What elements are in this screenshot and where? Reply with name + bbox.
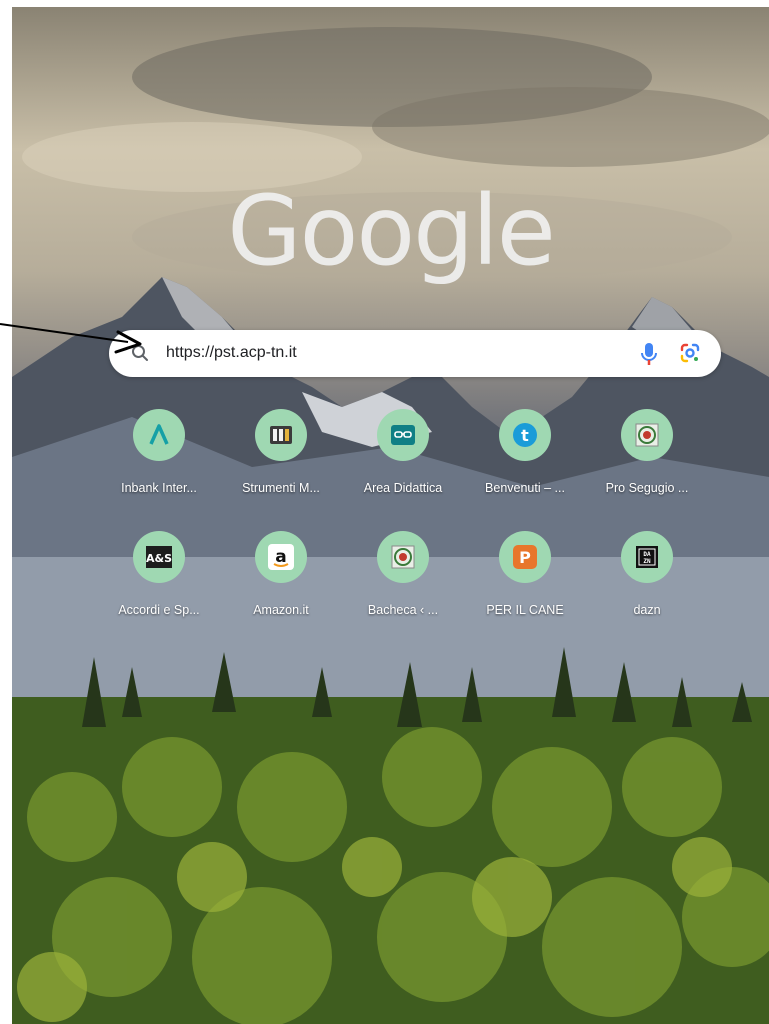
shortcut-inbank[interactable]: Inbank Inter... bbox=[99, 409, 219, 509]
inbank-icon bbox=[133, 409, 185, 461]
shortcut-label: Amazon.it bbox=[253, 603, 309, 617]
shortcut-label: PER IL CANE bbox=[486, 603, 564, 617]
shortcut-dazn[interactable]: DA ZN dazn bbox=[587, 531, 707, 631]
svg-text:A&S: A&S bbox=[146, 552, 172, 565]
svg-text:ZN: ZN bbox=[643, 558, 651, 565]
svg-text:DA: DA bbox=[643, 551, 651, 558]
new-tab-background: Google https://pst.acp-tn.it bbox=[12, 7, 769, 1024]
shortcut-area-didattica[interactable]: Area Didattica bbox=[343, 409, 463, 509]
emblem-icon bbox=[621, 409, 673, 461]
svg-text:P: P bbox=[519, 548, 531, 567]
shortcut-benvenuti[interactable]: t Benvenuti – ... bbox=[465, 409, 585, 509]
svg-text:t: t bbox=[521, 426, 529, 445]
t-logo-icon: t bbox=[499, 409, 551, 461]
annotation-arrow bbox=[0, 323, 142, 354]
shortcut-pro-segugio[interactable]: Pro Segugio ... bbox=[587, 409, 707, 509]
per-il-cane-icon: P bbox=[499, 531, 551, 583]
forest-image bbox=[12, 647, 769, 1024]
dazn-icon: DA ZN bbox=[621, 531, 673, 583]
microphone-icon[interactable] bbox=[639, 341, 659, 367]
shortcut-label: Pro Segugio ... bbox=[605, 481, 689, 495]
shortcut-label: Benvenuti – ... bbox=[485, 481, 565, 495]
area-didattica-icon bbox=[377, 409, 429, 461]
google-logo: Google bbox=[227, 175, 556, 287]
shortcut-label: Inbank Inter... bbox=[121, 481, 197, 495]
search-box[interactable]: https://pst.acp-tn.it bbox=[109, 330, 721, 377]
emblem-icon bbox=[377, 531, 429, 583]
shortcut-label: Bacheca ‹ ... bbox=[367, 603, 439, 617]
svg-text:a: a bbox=[275, 547, 286, 567]
shortcut-label: Accordi e Sp... bbox=[118, 603, 200, 617]
shortcut-per-il-cane[interactable]: P PER IL CANE bbox=[465, 531, 585, 631]
piano-icon bbox=[255, 409, 307, 461]
shortcut-strumenti[interactable]: Strumenti M... bbox=[221, 409, 341, 509]
aes-logo-icon: A&S bbox=[133, 531, 185, 583]
shortcut-bacheca[interactable]: Bacheca ‹ ... bbox=[343, 531, 463, 631]
search-input[interactable]: https://pst.acp-tn.it bbox=[166, 344, 297, 362]
google-lens-icon[interactable] bbox=[679, 342, 701, 364]
shortcut-label: dazn bbox=[633, 603, 661, 617]
shortcut-accordi[interactable]: A&S Accordi e Sp... bbox=[99, 531, 219, 631]
shortcut-label: Area Didattica bbox=[363, 481, 443, 495]
amazon-icon: a bbox=[255, 531, 307, 583]
shortcut-amazon[interactable]: a Amazon.it bbox=[221, 531, 341, 631]
shortcut-label: Strumenti M... bbox=[242, 481, 320, 495]
